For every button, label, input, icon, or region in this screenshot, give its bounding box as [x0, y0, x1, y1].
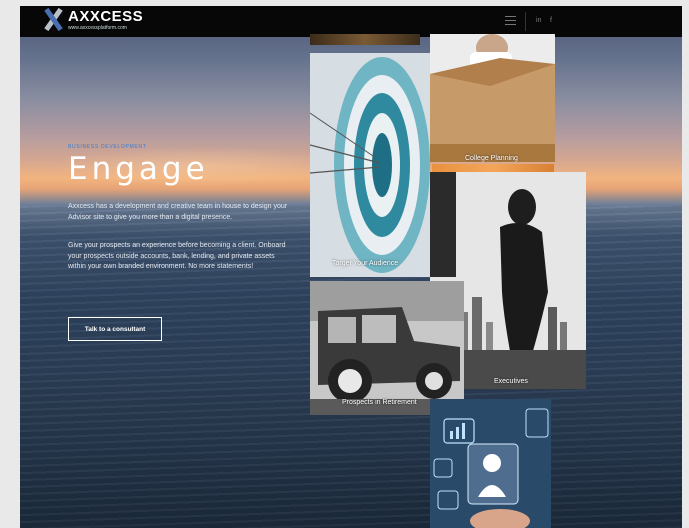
- facebook-icon[interactable]: f: [550, 17, 552, 24]
- x-logo-icon: [42, 8, 64, 30]
- box-child-image: [430, 34, 555, 162]
- top-image-tile[interactable]: [310, 34, 420, 45]
- logo-name: AXXCESS: [68, 8, 144, 25]
- hero-content: BUSINESS DEVELOPMENT Engage Axxcess has …: [68, 144, 293, 291]
- intro-paragraph: Axxcess has a development and creative t…: [68, 203, 288, 221]
- prospects-retirement-tile[interactable]: Prospects in Retirement: [310, 281, 464, 415]
- top-navigation-bar: AXXCESS www.axxcessplatform.com in f: [20, 6, 682, 37]
- experience-paragraph: Give your prospects an experience before…: [68, 242, 286, 270]
- college-planning-label: College Planning: [465, 155, 518, 162]
- page-title: Engage: [68, 151, 209, 187]
- orange-image-strip: [432, 164, 554, 172]
- talk-to-consultant-button[interactable]: Talk to a consultant: [68, 317, 162, 341]
- linkedin-icon[interactable]: in: [536, 17, 541, 24]
- brand-logo[interactable]: AXXCESS www.axxcessplatform.com: [42, 8, 143, 31]
- digital-presence-tile[interactable]: [430, 399, 551, 528]
- digital-interface-image: [430, 399, 551, 528]
- prospects-retirement-label: Prospects in Retirement: [342, 399, 417, 406]
- target-image: [310, 53, 430, 277]
- logo-url: www.axxcessplatform.com: [68, 25, 127, 31]
- logo-text-group: AXXCESS www.axxcessplatform.com: [68, 8, 143, 31]
- executives-label: Executives: [494, 378, 528, 385]
- vintage-car-image: [310, 281, 464, 415]
- hamburger-menu-icon[interactable]: [505, 16, 516, 28]
- nav-divider: [525, 12, 526, 31]
- section-eyebrow: BUSINESS DEVELOPMENT: [68, 144, 147, 150]
- target-audience-label: Target Your Audience: [332, 260, 399, 267]
- page: AXXCESS www.axxcessplatform.com in f BUS…: [20, 6, 682, 528]
- target-audience-tile[interactable]: Target Your Audience: [310, 53, 430, 277]
- college-planning-tile[interactable]: College Planning: [430, 34, 555, 162]
